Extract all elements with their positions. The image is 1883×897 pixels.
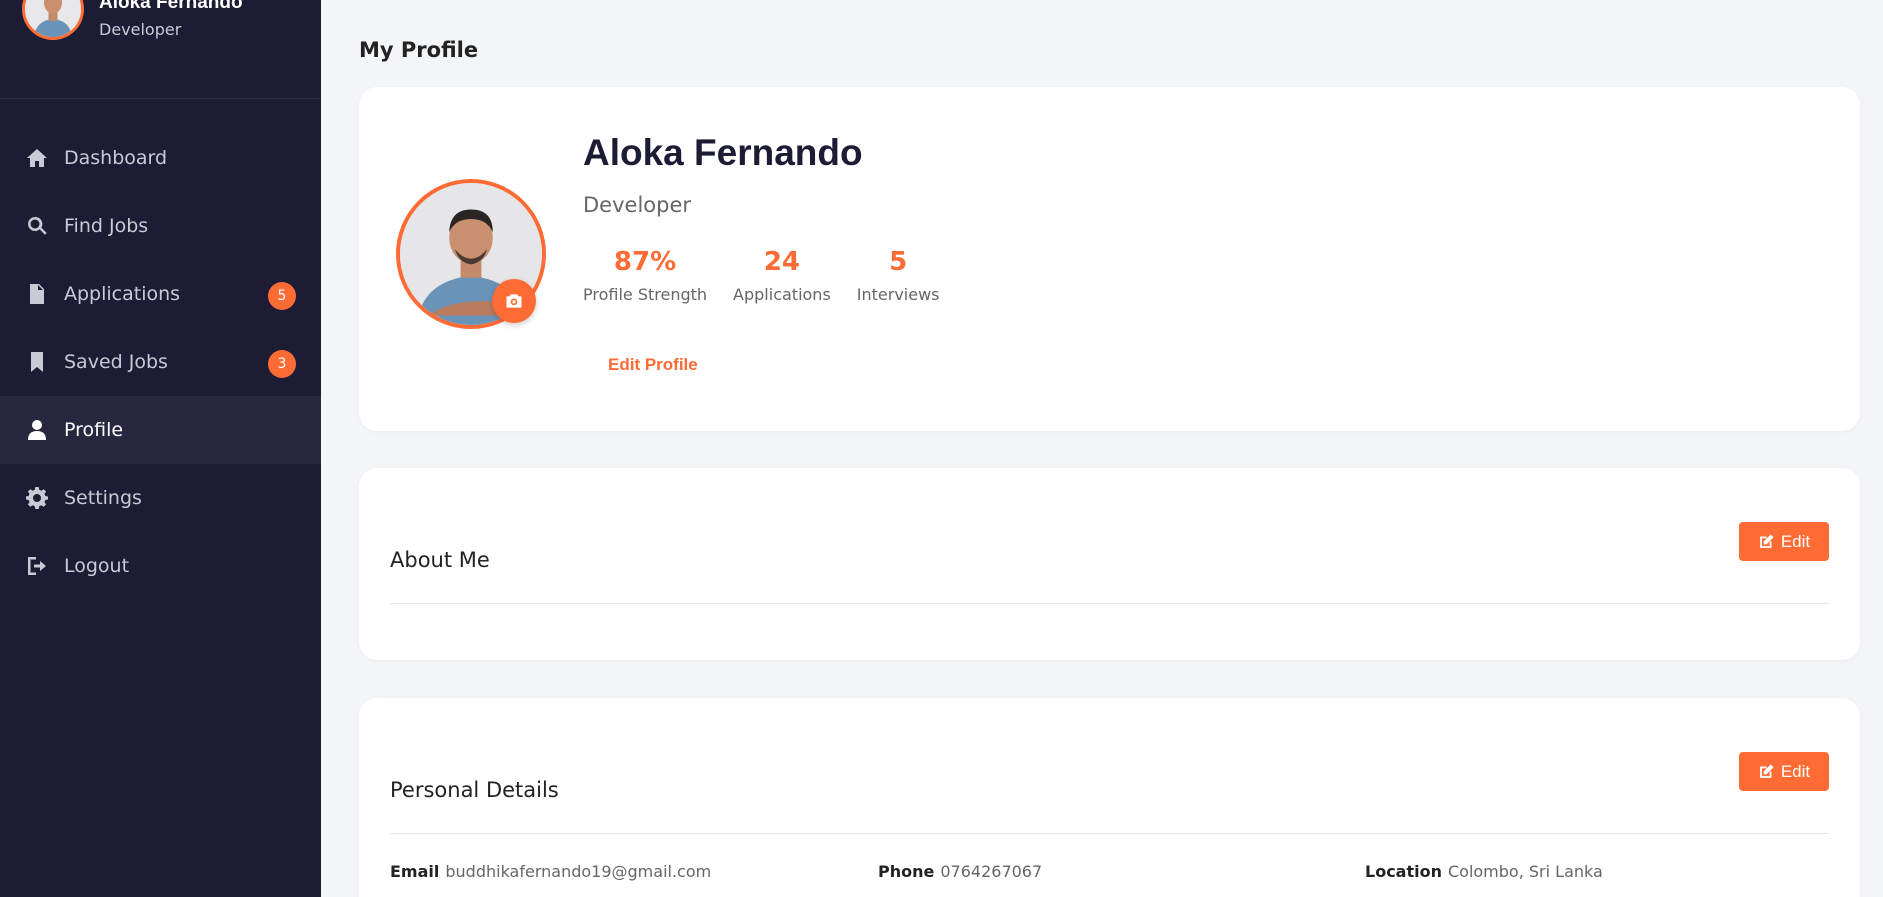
profile-name: Aloka Fernando	[583, 132, 863, 173]
avatar	[22, 0, 84, 40]
sidebar-item-label: Logout	[64, 555, 130, 577]
sidebar-item-saved-jobs[interactable]: Saved Jobs 3	[0, 328, 321, 396]
change-photo-button[interactable]	[492, 279, 536, 323]
about-me-card: About Me Edit	[359, 468, 1860, 660]
camera-icon	[506, 294, 522, 308]
section-divider	[390, 833, 1829, 834]
detail-label: Location	[1365, 862, 1442, 881]
sidebar-item-profile[interactable]: Profile	[0, 396, 321, 464]
edit-icon	[1759, 534, 1774, 548]
detail-value: Colombo, Sri Lanka	[1447, 862, 1603, 881]
stat-label: Applications	[733, 285, 831, 304]
sidebar-item-label: Dashboard	[64, 147, 168, 169]
detail-label: Email	[390, 862, 440, 881]
sidebar-item-applications[interactable]: Applications 5	[0, 260, 321, 328]
page-title: My Profile	[359, 38, 479, 62]
profile-role: Developer	[583, 193, 692, 217]
stat-applications: 24 Applications	[733, 247, 831, 304]
profile-stats: 87% Profile Strength 24 Applications 5 I…	[583, 247, 966, 304]
edit-profile-button[interactable]: Edit Profile	[608, 355, 698, 375]
edit-icon	[1759, 764, 1774, 778]
edit-personal-details-button[interactable]: Edit	[1739, 752, 1829, 791]
gear-icon	[24, 485, 50, 511]
sidebar-nav: Dashboard Find Jobs Applications 5 Saved…	[0, 124, 321, 600]
sidebar-user-role: Developer	[99, 20, 182, 39]
stat-interviews: 5 Interviews	[857, 247, 940, 304]
sidebar-user-name: Aloka Fernando	[99, 0, 243, 13]
stat-label: Profile Strength	[583, 285, 708, 304]
edit-label: Edit	[1780, 761, 1811, 781]
sidebar-item-find-jobs[interactable]: Find Jobs	[0, 192, 321, 260]
document-icon	[24, 281, 50, 307]
stat-value: 24	[763, 247, 800, 277]
about-me-title: About Me	[390, 548, 490, 572]
home-icon	[24, 145, 50, 171]
sidebar-item-label: Settings	[64, 487, 142, 509]
user-icon	[24, 417, 50, 443]
search-icon	[24, 213, 50, 239]
profile-summary-card: Aloka Fernando Developer 87% Profile Str…	[359, 87, 1860, 431]
sidebar-item-logout[interactable]: Logout	[0, 532, 321, 600]
stat-profile-strength: 87% Profile Strength	[583, 247, 707, 304]
sidebar-item-settings[interactable]: Settings	[0, 464, 321, 532]
bookmark-icon	[24, 349, 50, 375]
saved-jobs-count-badge: 3	[268, 350, 296, 378]
profile-avatar-container	[396, 179, 546, 329]
detail-location: Location Colombo, Sri Lanka	[1365, 862, 1603, 881]
detail-label: Phone	[878, 862, 935, 881]
sidebar-item-label: Applications	[64, 283, 181, 305]
sidebar-item-label: Saved Jobs	[64, 351, 168, 373]
sidebar-user: Aloka Fernando Developer	[0, 0, 321, 99]
stat-label: Interviews	[856, 285, 940, 304]
edit-about-button[interactable]: Edit	[1739, 522, 1829, 561]
detail-value: buddhikafernando19@gmail.com	[445, 862, 712, 881]
detail-email: Email buddhikafernando19@gmail.com	[390, 862, 711, 881]
section-divider	[390, 603, 1829, 604]
edit-label: Edit	[1780, 531, 1811, 551]
stat-value: 5	[889, 247, 908, 277]
personal-details-card: Personal Details Edit Email buddhikaferna…	[359, 698, 1860, 897]
stat-value: 87%	[613, 247, 677, 277]
sidebar-item-label: Profile	[64, 419, 124, 441]
sidebar-item-label: Find Jobs	[64, 215, 149, 237]
sidebar: Aloka Fernando Developer Dashboard Find …	[0, 0, 321, 897]
logout-icon	[24, 553, 50, 579]
sidebar-item-dashboard[interactable]: Dashboard	[0, 124, 321, 192]
detail-phone: Phone 0764267067	[878, 862, 1042, 881]
detail-value: 0764267067	[940, 862, 1043, 881]
applications-count-badge: 5	[268, 282, 296, 310]
personal-details-title: Personal Details	[390, 778, 559, 802]
